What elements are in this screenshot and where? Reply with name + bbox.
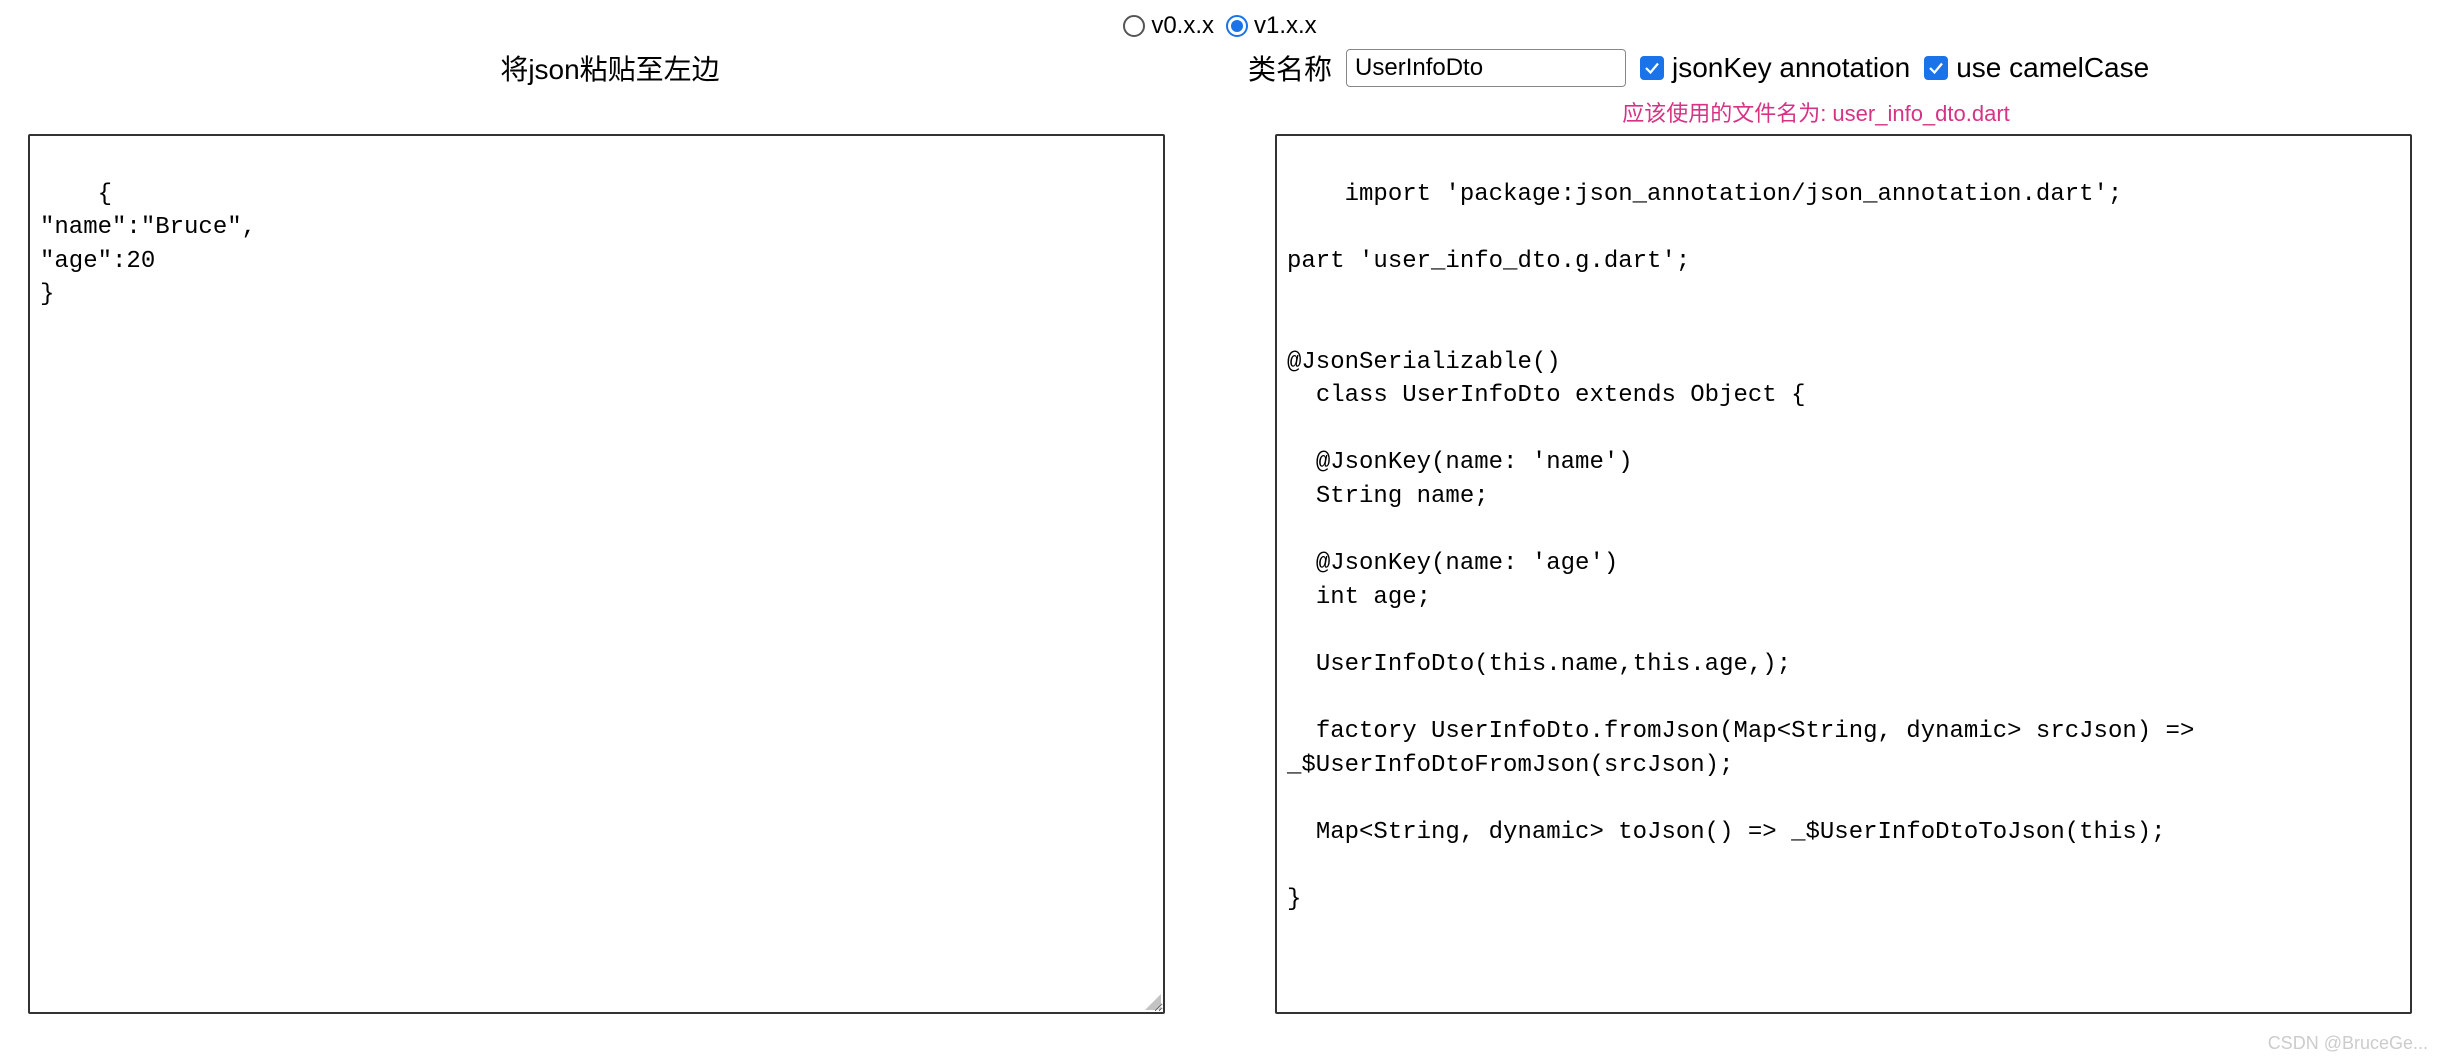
version-selector: v0.x.x v1.x.x	[0, 0, 2440, 40]
left-panel-title: 将json粘贴至左边	[500, 48, 719, 88]
radio-v0-icon	[1123, 15, 1145, 37]
panels-container: { "name":"Bruce", "age":20 } import 'pac…	[0, 128, 2440, 1014]
radio-v0[interactable]: v0.x.x	[1123, 12, 1214, 40]
header-left: 将json粘贴至左边	[0, 48, 1220, 88]
camelcase-checkbox-wrap[interactable]: use camelCase	[1924, 52, 2149, 84]
watermark: CSDN @BruceGe...	[2268, 1033, 2428, 1054]
camelcase-checkbox	[1924, 56, 1948, 80]
jsonkey-checkbox	[1640, 56, 1664, 80]
header-row: 将json粘贴至左边 类名称 jsonKey annotation use ca…	[0, 48, 2440, 88]
radio-v1-label: v1.x.x	[1254, 12, 1317, 40]
radio-v0-label: v0.x.x	[1151, 12, 1214, 40]
resize-handle-icon[interactable]	[1145, 994, 1161, 1010]
dart-output-panel[interactable]: import 'package:json_annotation/json_ann…	[1275, 134, 2412, 1014]
jsonkey-label: jsonKey annotation	[1672, 52, 1910, 84]
class-name-input[interactable]	[1346, 49, 1626, 87]
header-right: 类名称 jsonKey annotation use camelCase	[1220, 48, 2440, 88]
check-icon	[1643, 59, 1661, 77]
check-icon	[1927, 59, 1945, 77]
json-input-panel[interactable]: { "name":"Bruce", "age":20 }	[28, 134, 1165, 1014]
class-name-label: 类名称	[1248, 48, 1332, 88]
radio-v1-icon	[1226, 15, 1248, 37]
filename-hint: 应该使用的文件名为: user_info_dto.dart	[1220, 96, 2440, 128]
json-input-content: { "name":"Bruce", "age":20 }	[40, 181, 256, 309]
radio-dot-icon	[1231, 20, 1243, 32]
dart-output-content: import 'package:json_annotation/json_ann…	[1287, 181, 2209, 913]
radio-v1[interactable]: v1.x.x	[1226, 12, 1317, 40]
camelcase-label: use camelCase	[1956, 52, 2149, 84]
jsonkey-checkbox-wrap[interactable]: jsonKey annotation	[1640, 52, 1910, 84]
filename-hint-row: 应该使用的文件名为: user_info_dto.dart	[0, 88, 2440, 128]
